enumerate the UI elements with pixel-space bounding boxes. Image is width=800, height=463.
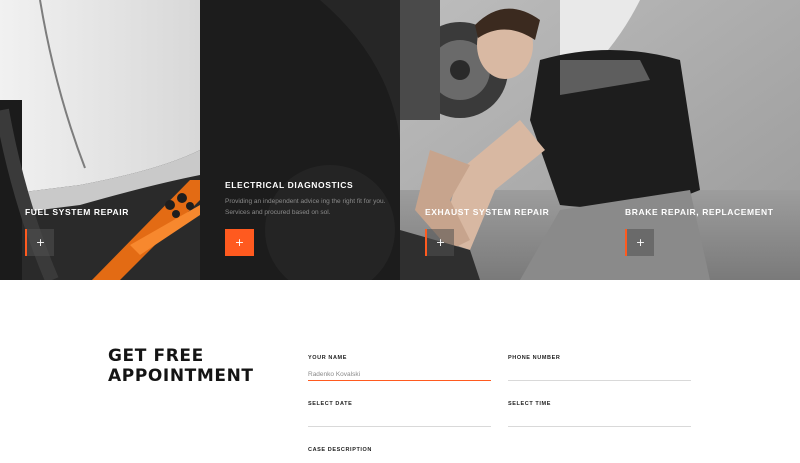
plus-icon: + <box>435 236 446 249</box>
time-field: SELECT TIME <box>508 392 691 427</box>
expand-service-button[interactable]: + <box>25 229 54 256</box>
name-label: YOUR NAME <box>308 355 348 361</box>
description-label: CASE DESCRIPTION <box>308 447 372 453</box>
service-title: BRAKE REPAIR, REPLACEMENT <box>625 207 774 217</box>
plus-icon: + <box>635 236 646 249</box>
service-card-exhaust-system: EXHAUST SYSTEM REPAIR + <box>400 0 600 280</box>
description-field: CASE DESCRIPTION <box>308 438 691 463</box>
expand-service-button[interactable]: + <box>425 229 454 256</box>
appointment-heading: GET FREE APPOINTMENT <box>108 346 254 386</box>
service-card-fuel-system: FUEL SYSTEM REPAIR + <box>0 0 200 280</box>
service-title: ELECTRICAL DIAGNOSTICS <box>225 180 354 190</box>
date-label: SELECT DATE <box>308 401 353 407</box>
name-field: YOUR NAME <box>308 346 491 381</box>
phone-input[interactable] <box>508 368 691 381</box>
appointment-section: GET FREE APPOINTMENT YOUR NAME PHONE NUM… <box>0 280 800 463</box>
name-input[interactable] <box>308 368 491 381</box>
expand-service-button[interactable]: + <box>625 229 654 256</box>
service-title: FUEL SYSTEM REPAIR <box>25 207 129 217</box>
phone-label: PHONE NUMBER <box>508 355 561 361</box>
service-card-brake-repair: BRAKE REPAIR, REPLACEMENT + <box>600 0 800 280</box>
services-strip: FUEL SYSTEM REPAIR + ELECTRICAL DIAGNOST… <box>0 0 800 280</box>
service-description: Providing an independent advice ing the … <box>225 198 386 216</box>
service-card-electrical-diagnostics: ELECTRICAL DIAGNOSTICS Providing an inde… <box>200 0 400 280</box>
plus-icon: + <box>35 236 46 249</box>
phone-field: PHONE NUMBER <box>508 346 691 381</box>
service-title: EXHAUST SYSTEM REPAIR <box>425 207 550 217</box>
time-input[interactable] <box>508 414 691 427</box>
date-field: SELECT DATE <box>308 392 491 427</box>
date-input[interactable] <box>308 414 491 427</box>
plus-icon: + <box>234 236 245 249</box>
expand-service-button[interactable]: + <box>225 229 254 256</box>
time-label: SELECT TIME <box>508 401 551 407</box>
